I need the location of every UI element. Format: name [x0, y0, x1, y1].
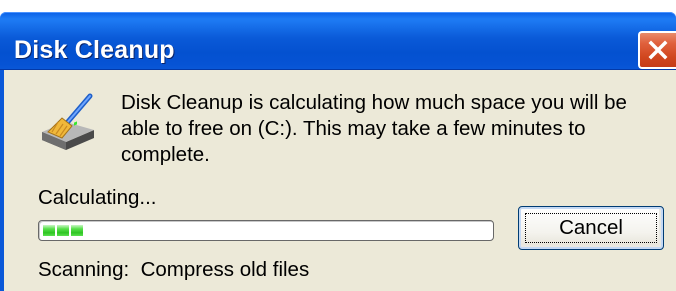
top-strip	[0, 0, 676, 12]
disk-cleanup-dialog: Disk Cleanup Disk Cleanup is calculating…	[0, 0, 676, 291]
cancel-button-label: Cancel	[559, 216, 623, 239]
close-button[interactable]	[638, 31, 676, 69]
title-bar[interactable]: Disk Cleanup	[0, 12, 676, 70]
close-icon	[648, 40, 668, 60]
calculating-message: Disk Cleanup is calculating how much spa…	[121, 91, 627, 166]
progress-block	[57, 225, 69, 236]
cancel-button[interactable]: Cancel	[518, 206, 664, 250]
progress-fill	[43, 225, 83, 236]
progress-block	[43, 225, 55, 236]
window-title: Disk Cleanup	[14, 36, 175, 64]
disk-cleanup-icon	[42, 93, 94, 150]
dialog-body: Disk Cleanup is calculating how much spa…	[0, 70, 676, 291]
scanning-label: Scanning:	[38, 258, 130, 281]
scanning-item: Compress old files	[140, 258, 310, 281]
status-label: Calculating...	[38, 186, 157, 209]
progress-bar	[38, 220, 494, 241]
scanning-status: Scanning: Compress old files	[38, 258, 309, 282]
progress-block	[71, 225, 83, 236]
